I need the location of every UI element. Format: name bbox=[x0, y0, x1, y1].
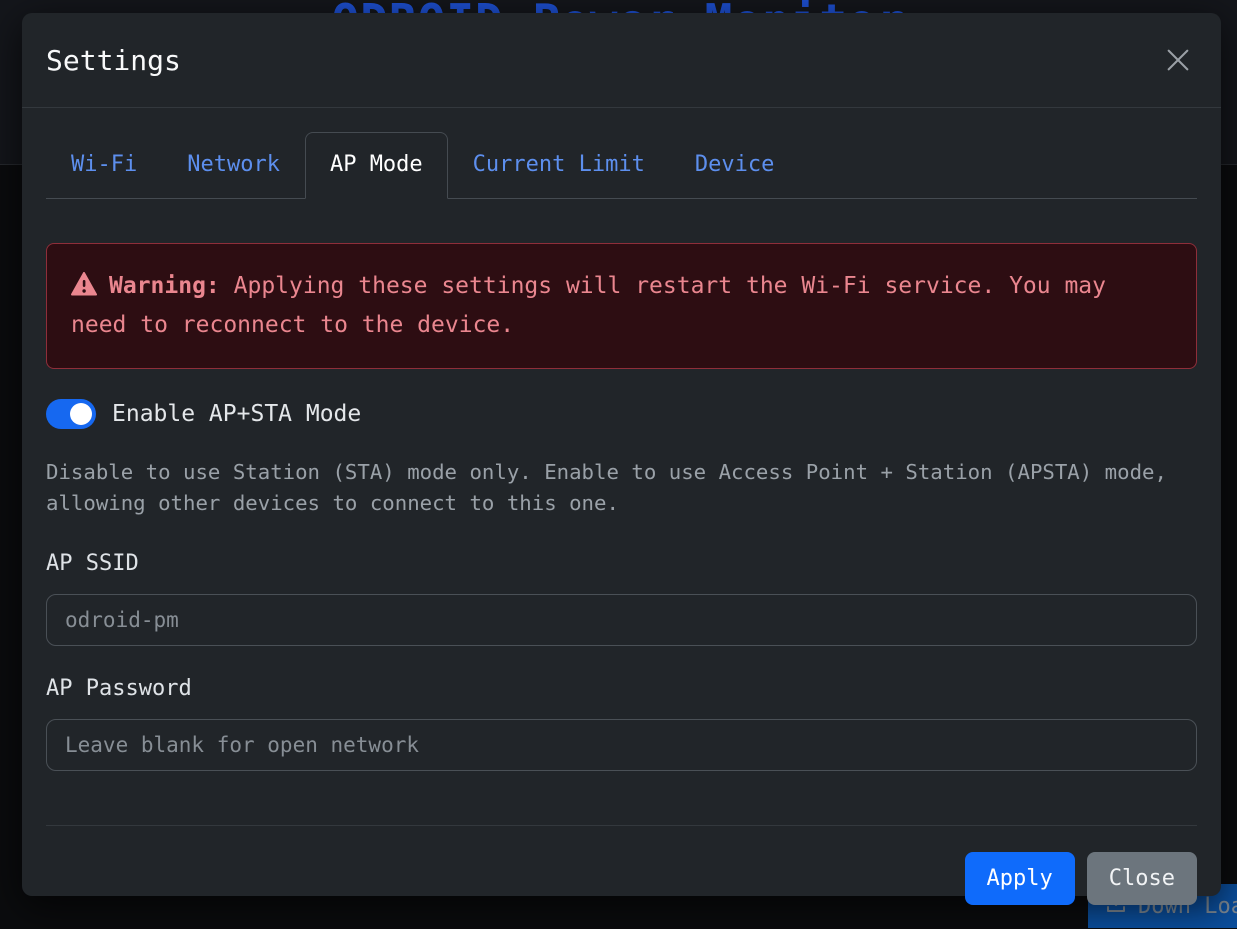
tab-ap-mode[interactable]: AP Mode bbox=[305, 132, 448, 199]
settings-tab-bar: Wi-Fi Network AP Mode Current Limit Devi… bbox=[46, 132, 1197, 199]
ap-sta-toggle-row: Enable AP+STA Mode bbox=[46, 399, 1197, 429]
ap-sta-mode-toggle[interactable] bbox=[46, 399, 96, 429]
settings-modal: Settings Wi-Fi Network AP Mode Current L… bbox=[22, 13, 1221, 896]
close-button[interactable]: Close bbox=[1087, 852, 1197, 905]
tab-device[interactable]: Device bbox=[670, 132, 799, 199]
apply-button[interactable]: Apply bbox=[965, 852, 1075, 905]
tab-current-limit[interactable]: Current Limit bbox=[448, 132, 670, 199]
ap-ssid-input[interactable] bbox=[46, 594, 1197, 646]
close-icon bbox=[1163, 63, 1193, 78]
wifi-restart-warning-alert: Warning: Applying these settings will re… bbox=[46, 243, 1197, 370]
tab-wifi[interactable]: Wi-Fi bbox=[46, 132, 162, 199]
ap-sta-mode-description: Disable to use Station (STA) mode only. … bbox=[46, 457, 1197, 519]
warning-bold-text: Warning: bbox=[109, 273, 220, 299]
modal-header: Settings bbox=[22, 13, 1221, 108]
ap-password-input[interactable] bbox=[46, 719, 1197, 771]
tab-network[interactable]: Network bbox=[162, 132, 305, 199]
warning-icon bbox=[71, 271, 97, 308]
ap-ssid-label: AP SSID bbox=[46, 551, 1197, 576]
warning-text: Applying these settings will restart the… bbox=[71, 273, 1106, 339]
ap-sta-toggle-label: Enable AP+STA Mode bbox=[112, 401, 361, 427]
toggle-knob bbox=[70, 403, 92, 425]
modal-title: Settings bbox=[46, 44, 181, 77]
close-modal-button[interactable] bbox=[1159, 41, 1197, 79]
modal-body: Wi-Fi Network AP Mode Current Limit Devi… bbox=[22, 108, 1221, 825]
modal-footer: Apply Close bbox=[46, 825, 1197, 929]
ap-password-label: AP Password bbox=[46, 676, 1197, 701]
